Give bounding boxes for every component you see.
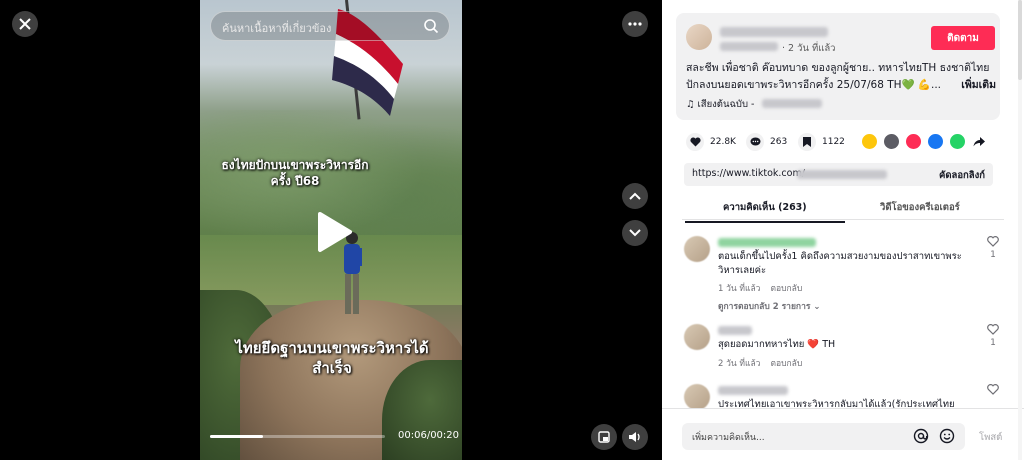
post-comment-button[interactable]: โพสต์ (979, 430, 1002, 445)
reply-button[interactable]: ตอบกลับ (770, 359, 802, 369)
heart-icon[interactable] (686, 133, 704, 151)
commenter-name-blurred[interactable] (718, 326, 752, 335)
comment-input-bar: เพิ่มความคิดเห็น... โพสต์ (662, 408, 1024, 460)
tab-comments[interactable]: ความคิดเห็น (263) (685, 200, 845, 223)
comment-like-count: 1 (990, 250, 996, 260)
action-bar: 22.8K 263 1122 (686, 133, 1006, 153)
comment-input[interactable]: เพิ่มความคิดเห็น... (682, 423, 965, 450)
avatar[interactable] (686, 24, 712, 50)
heart-outline-icon[interactable] (987, 236, 999, 247)
previous-video-button[interactable] (622, 183, 648, 209)
video-overlay-caption-bottom: ไทยยึดฐานบนเขาพระวิหารได้สำเร็จ (235, 339, 429, 377)
heart-outline-icon[interactable] (987, 384, 999, 395)
tab-creator-videos[interactable]: วิดีโอของครีเอเตอร์ (880, 200, 960, 215)
avatar[interactable] (684, 384, 710, 408)
post-caption-text: สละชีพ เพื่อชาติ ค๊อบทบาด ของลูกผู้ชาย..… (686, 62, 990, 91)
detail-panel: · 2 วัน ที่แล้ว ติดตาม สละชีพ เพื่อชาติ … (662, 0, 1024, 460)
whatsapp-icon[interactable] (950, 134, 965, 149)
video-player[interactable]: ค้นหาเนื้อหาที่เกี่ยวข้อง ธงไทยปักบนเขาพ… (0, 0, 662, 460)
video-time: 00:06/00:20 (398, 430, 460, 441)
comment-list[interactable]: ตอนเด็กขึ้นไปครั้ง1 คิดถึงความสวยงามของป… (662, 226, 1024, 408)
music-label: ♫ เสียงต้นฉบับ - (686, 99, 755, 110)
like-count: 22.8K (710, 137, 736, 147)
comment-like-count: 1 (990, 338, 996, 348)
related-search-input[interactable]: ค้นหาเนื้อหาที่เกี่ยวข้อง (210, 11, 450, 41)
panel-scrollbar[interactable] (1018, 0, 1022, 460)
comment-time: 1 วัน ที่แล้ว (718, 284, 761, 294)
volume-icon (629, 432, 640, 442)
comment-count: 263 (770, 137, 788, 147)
music-author-blurred (762, 99, 822, 108)
copy-link-box: https://www.tiktok.com/ คัดลอกลิงก์ (684, 163, 993, 186)
avatar[interactable] (684, 324, 710, 350)
play-icon[interactable] (314, 210, 354, 254)
more-icon (628, 22, 642, 26)
tiktok-viewer: ค้นหาเนื้อหาที่เกี่ยวข้อง ธงไทยปักบนเขาพ… (0, 0, 1024, 460)
embed-icon[interactable] (884, 134, 899, 149)
video-overlay-caption-top: ธงไทยปักบนเขาพระวิหารอีกครั้ง ปี68 (221, 158, 369, 188)
follow-button[interactable]: ติดตาม (931, 26, 995, 50)
creator-name-blurred[interactable] (720, 27, 828, 37)
video-progress-bar[interactable] (210, 435, 385, 438)
close-icon (19, 18, 31, 30)
share-arrow-icon[interactable] (972, 134, 987, 149)
post-caption: สละชีพ เพื่อชาติ ค๊อบทบาด ของลูกผู้ชาย..… (686, 60, 996, 94)
comment-like[interactable]: 1 (983, 324, 1003, 348)
panel-tabs: ความคิดเห็น (263) วิดีโอของครีเอเตอร์ (682, 196, 1004, 223)
see-more-link[interactable]: เพิ่มเติม (957, 77, 996, 94)
reply-button[interactable]: ตอบกลับ (770, 284, 802, 294)
chevron-down-icon (629, 229, 641, 237)
like-action[interactable]: 22.8K (686, 133, 736, 151)
comment-icon[interactable] (746, 133, 764, 151)
heart-outline-icon[interactable] (987, 324, 999, 335)
search-icon[interactable] (423, 18, 439, 34)
mention-icon[interactable] (913, 428, 929, 444)
comment-like[interactable]: 1 (983, 236, 1003, 260)
comment-text: ประเทศไทยเอาเขาพระวิหารกลับมาได้แล้ว(รัก… (718, 399, 955, 408)
comment-text: ตอนเด็กขึ้นไปครั้ง1 คิดถึงความสวยงามของป… (718, 251, 962, 276)
comment-like[interactable] (983, 384, 1003, 398)
music-link[interactable]: ♫ เสียงต้นฉบับ - (686, 97, 822, 112)
video-url-blurred (797, 170, 887, 179)
view-replies-button[interactable]: ดูการตอบกลับ 2 รายการ ⌄ (718, 299, 821, 313)
post-description-card: · 2 วัน ที่แล้ว ติดตาม สละชีพ เพื่อชาติ … (676, 13, 1000, 120)
video-progress-fill (210, 435, 263, 438)
comment-meta: 2 วัน ที่แล้ว ตอบกลับ (718, 356, 802, 370)
comment-meta: 1 วัน ที่แล้ว ตอบกลับ (718, 281, 802, 295)
comment-text: สุดยอดมากทหารไทย ❤️ TH (718, 339, 836, 350)
more-options-button[interactable] (622, 11, 648, 37)
scrollbar-thumb[interactable] (1018, 0, 1022, 80)
post-time: · 2 วัน ที่แล้ว (782, 43, 836, 54)
comment-time: 2 วัน ที่แล้ว (718, 359, 761, 369)
send-icon[interactable] (906, 134, 921, 149)
save-count: 1122 (822, 137, 845, 147)
emoji-icon[interactable] (939, 428, 955, 444)
creator-id-blurred (720, 42, 778, 51)
commenter-name-blurred[interactable] (718, 386, 788, 395)
video-url: https://www.tiktok.com/ (692, 168, 805, 179)
avatar[interactable] (684, 236, 710, 262)
search-placeholder: ค้นหาเนื้อหาที่เกี่ยวข้อง (222, 22, 332, 35)
facebook-icon[interactable] (928, 134, 943, 149)
copy-link-button[interactable]: คัดลอกลิงก์ (939, 168, 985, 183)
picture-in-picture-icon (598, 431, 610, 443)
commenter-name-blurred[interactable] (718, 238, 816, 247)
volume-button[interactable] (622, 424, 648, 450)
chevron-up-icon (629, 192, 641, 200)
save-action[interactable]: 1122 (798, 133, 845, 151)
comment-action[interactable]: 263 (746, 133, 787, 151)
repost-icon[interactable] (862, 134, 877, 149)
picture-in-picture-button[interactable] (591, 424, 617, 450)
comment-placeholder: เพิ่มความคิดเห็น... (692, 433, 765, 443)
bookmark-icon[interactable] (798, 133, 816, 151)
next-video-button[interactable] (622, 220, 648, 246)
close-button[interactable] (12, 11, 38, 37)
